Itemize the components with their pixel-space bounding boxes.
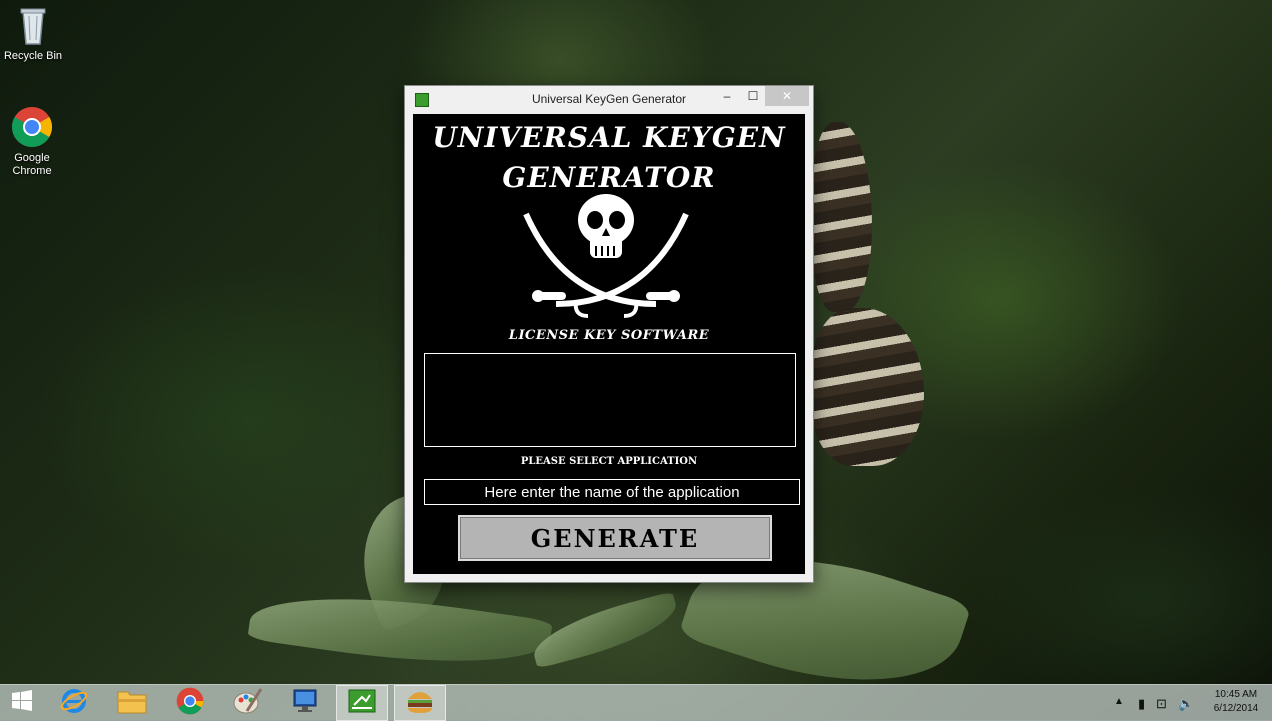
skull-crossed-swords-icon xyxy=(516,194,696,329)
taskbar: ▲ ▮ ⊡ 🔈 10:45 AM 6/12/2014 xyxy=(0,684,1272,721)
background-butterfly xyxy=(812,308,924,466)
burger-icon xyxy=(405,687,435,720)
chrome-icon xyxy=(176,687,204,720)
start-button[interactable] xyxy=(0,685,44,721)
generate-button[interactable]: GENERATE xyxy=(458,515,772,561)
application-name-input[interactable] xyxy=(424,479,800,505)
window-client-area: UNIVERSAL KEYGEN GENERATOR LICENSE KEY S… xyxy=(413,114,805,574)
paint-icon xyxy=(233,687,263,720)
taskbar-keygen-app[interactable] xyxy=(336,685,388,721)
taskbar-clock[interactable]: 10:45 AM 6/12/2014 xyxy=(1206,688,1266,716)
app-title-line1: UNIVERSAL KEYGEN xyxy=(432,121,786,154)
clock-date: 6/12/2014 xyxy=(1213,703,1259,714)
window-titlebar[interactable]: Universal KeyGen Generator – ☐ ✕ xyxy=(405,86,813,112)
recycle-bin-icon xyxy=(18,6,48,46)
taskbar-internet-explorer[interactable] xyxy=(48,685,100,721)
folder-icon xyxy=(117,688,147,719)
taskbar-file-explorer[interactable] xyxy=(106,685,158,721)
license-key-output[interactable] xyxy=(424,353,796,447)
app-title: UNIVERSAL KEYGEN GENERATOR xyxy=(413,118,805,198)
volume-icon[interactable]: 🔈 xyxy=(1178,696,1194,712)
taskbar-remote-desktop[interactable] xyxy=(280,685,332,721)
minimize-button[interactable]: – xyxy=(717,86,737,106)
battery-icon[interactable]: ▮ xyxy=(1138,696,1145,712)
windows-logo-icon xyxy=(11,689,33,717)
app-subtitle: LICENSE KEY SOFTWARE xyxy=(508,328,710,343)
taskbar-paint[interactable] xyxy=(222,685,274,721)
keygen-app-icon xyxy=(348,689,376,718)
desktop-icon-label: Recycle Bin xyxy=(3,50,63,62)
app-title-line2: GENERATOR xyxy=(502,161,716,194)
show-hidden-icons-chevron-icon[interactable]: ▲ xyxy=(1114,696,1124,707)
computer-icon xyxy=(291,687,321,720)
select-application-label: PLEASE SELECT APPLICATION xyxy=(520,456,698,467)
clock-time: 10:45 AM xyxy=(1214,689,1258,700)
background-butterfly xyxy=(812,122,872,312)
desktop-icon-label: Google Chrome xyxy=(12,152,52,177)
chrome-icon xyxy=(11,106,53,148)
taskbar-burger-app[interactable] xyxy=(394,685,446,721)
ie-icon xyxy=(60,687,88,720)
close-button[interactable]: ✕ xyxy=(765,86,809,106)
taskbar-chrome[interactable] xyxy=(164,685,216,721)
keygen-window: Universal KeyGen Generator – ☐ ✕ UNIVERS… xyxy=(405,86,813,582)
desktop-icon-recycle-bin[interactable]: Recycle Bin xyxy=(0,6,68,63)
desktop-icon-google-chrome[interactable]: Google Chrome xyxy=(0,106,67,178)
maximize-button[interactable]: ☐ xyxy=(743,86,763,106)
network-icon[interactable]: ⊡ xyxy=(1156,696,1167,712)
